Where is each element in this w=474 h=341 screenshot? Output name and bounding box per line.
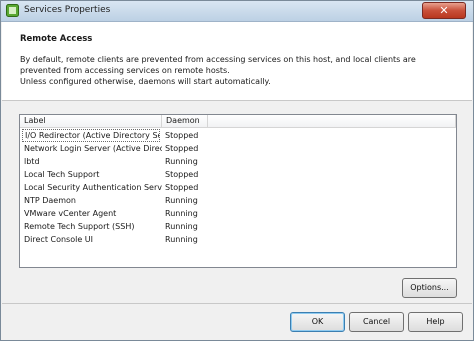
daemon-status: Running (165, 222, 198, 231)
options-button[interactable]: Options... (402, 278, 457, 298)
close-icon: ✕ (439, 4, 449, 17)
services-list[interactable]: Label Daemon I/O Redirector (Active Dire… (19, 114, 457, 268)
table-row[interactable]: Local Tech Support Stopped (20, 168, 456, 181)
close-button[interactable]: ✕ (422, 2, 466, 19)
table-row[interactable]: Direct Console UI Running (20, 233, 456, 246)
footer-separator (2, 303, 472, 304)
service-label: lbtd (24, 157, 40, 166)
daemon-status: Running (165, 157, 198, 166)
column-header-label[interactable]: Label (20, 115, 162, 128)
service-label: Direct Console UI (24, 235, 94, 244)
help-button[interactable]: Help (408, 312, 463, 332)
table-row[interactable]: Remote Tech Support (SSH) Running (20, 220, 456, 233)
section-heading: Remote Access (20, 34, 93, 44)
table-row[interactable]: Local Security Authentication Serv... Sto… (20, 181, 456, 194)
service-label: Network Login Server (Active Direct... (24, 144, 162, 153)
daemon-status: Running (165, 209, 198, 218)
daemon-status: Stopped (165, 131, 199, 140)
description-text: By default, remote clients are prevented… (20, 55, 416, 75)
service-label: VMware vCenter Agent (24, 209, 117, 218)
table-row[interactable]: I/O Redirector (Active Directory Se... St… (20, 129, 456, 142)
table-row[interactable]: lbtd Running (20, 155, 456, 168)
title-bar[interactable]: Services Properties ✕ (1, 1, 473, 22)
column-header-daemon[interactable]: Daemon (162, 115, 208, 128)
autostart-note: Unless configured otherwise, daemons wil… (20, 77, 271, 86)
service-label: NTP Daemon (24, 196, 76, 205)
services-properties-dialog: Services Properties ✕ Remote Access By d… (0, 0, 474, 341)
daemon-status: Stopped (165, 170, 199, 179)
ok-button[interactable]: OK (290, 312, 345, 332)
daemon-status: Running (165, 196, 198, 205)
daemon-status: Running (165, 235, 198, 244)
window-title: Services Properties (24, 5, 111, 15)
service-label: Local Tech Support (24, 170, 100, 179)
service-label: Local Security Authentication Serv... (24, 183, 162, 192)
header-panel: Remote Access By default, remote clients… (2, 22, 472, 101)
daemon-status: Stopped (165, 183, 199, 192)
table-row[interactable]: Network Login Server (Active Direct... St… (20, 142, 456, 155)
table-row[interactable]: VMware vCenter Agent Running (20, 207, 456, 220)
daemon-status: Stopped (165, 144, 199, 153)
service-label: Remote Tech Support (SSH) (24, 222, 135, 231)
cancel-button[interactable]: Cancel (349, 312, 404, 332)
service-label: I/O Redirector (Active Directory Se... (22, 129, 160, 142)
table-row[interactable]: NTP Daemon Running (20, 194, 456, 207)
services-rows: I/O Redirector (Active Directory Se... St… (20, 129, 456, 246)
vsphere-app-icon (6, 4, 19, 17)
column-header-filler (208, 115, 456, 128)
